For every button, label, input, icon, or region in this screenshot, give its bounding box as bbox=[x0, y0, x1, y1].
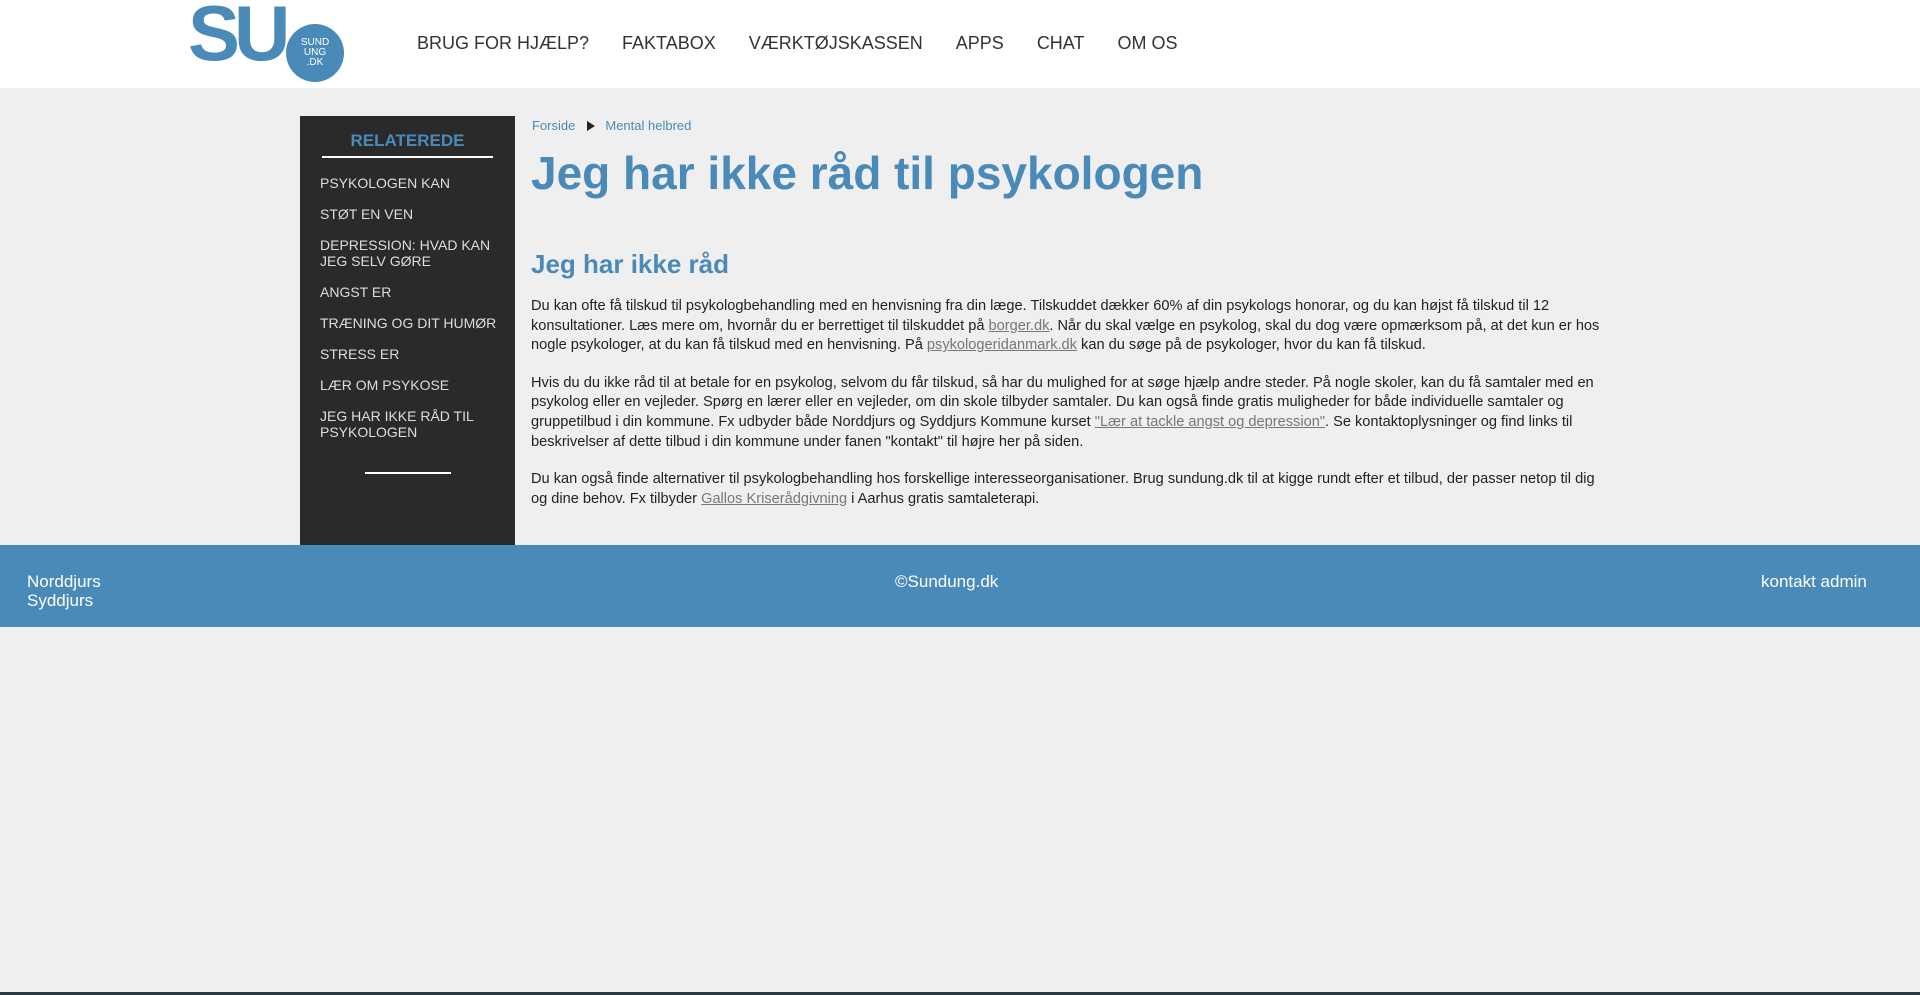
sidebar-item-depression[interactable]: DEPRESSION: HVAD KAN JEG SELV GØRE bbox=[320, 237, 500, 269]
breadcrumb-home[interactable]: Forside bbox=[532, 118, 575, 133]
psykologeridanmark-link[interactable]: psykologeridanmark.dk bbox=[927, 337, 1077, 353]
paragraph-text: Du kan også finde alternativer til psyko… bbox=[531, 471, 1595, 507]
borger-dk-link[interactable]: borger.dk bbox=[989, 318, 1050, 334]
article-content: Du kan ofte få tilskud til psykologbehan… bbox=[531, 297, 1611, 527]
sidebar-heading: RELATEREDE bbox=[350, 131, 465, 150]
paragraph: Du kan ofte få tilskud til psykologbehan… bbox=[531, 297, 1611, 356]
sidebar-item-stoet-en-ven[interactable]: STØT EN VEN bbox=[320, 206, 500, 222]
main-nav: BRUG FOR HJÆLP? FAKTABOX VÆRKTØJSKASSEN … bbox=[417, 32, 1211, 54]
sidebar-item-psykose[interactable]: LÆR OM PSYKOSE bbox=[320, 377, 500, 393]
sidebar-item-traening[interactable]: TRÆNING OG DIT HUMØR bbox=[320, 315, 500, 331]
nav-item-apps[interactable]: APPS bbox=[956, 32, 1004, 54]
sidebar-list: PSYKOLOGEN KAN STØT EN VEN DEPRESSION: H… bbox=[320, 175, 500, 455]
paragraph: Hvis du du ikke råd til at betale for en… bbox=[531, 374, 1611, 452]
gallos-link[interactable]: Gallos Kriserådgivning bbox=[701, 491, 847, 507]
breadcrumb-arrow-icon bbox=[587, 120, 596, 131]
paragraph-text: kan du søge på de psykologer, hvor du ka… bbox=[1076, 337, 1426, 354]
breadcrumb-current[interactable]: Mental helbred bbox=[605, 118, 691, 133]
angst-depression-course-link[interactable]: "Lær at tackle angst og depression" bbox=[1095, 414, 1325, 430]
paragraph: Du kan også finde alternativer til psyko… bbox=[531, 470, 1611, 509]
sidebar-item-angst-er[interactable]: ANGST ER bbox=[320, 284, 500, 300]
site-footer: Norddjurs Syddjurs ©Sundung.dk kontakt a… bbox=[0, 545, 1920, 627]
contact-admin-link[interactable]: kontakt admin bbox=[1761, 572, 1867, 592]
related-sidebar: RELATEREDE PSYKOLOGEN KAN STØT EN VEN DE… bbox=[300, 116, 515, 545]
nav-item-chat[interactable]: CHAT bbox=[1037, 32, 1085, 54]
nav-item-brug-for-hjaelp[interactable]: BRUG FOR HJÆLP? bbox=[417, 32, 589, 54]
sidebar-divider bbox=[322, 156, 493, 158]
footer-syddjurs: Syddjurs bbox=[27, 591, 94, 610]
nav-item-faktabox[interactable]: FAKTABOX bbox=[622, 32, 716, 54]
page-title: Jeg har ikke råd til psykologen bbox=[531, 147, 1204, 199]
sidebar-bottom-divider bbox=[365, 472, 451, 474]
footer-copyright: ©Sundung.dk bbox=[895, 572, 999, 591]
sundung-logo[interactable]: SU SUND UNG .DK bbox=[188, 0, 348, 82]
breadcrumb: Forside Mental helbred bbox=[532, 118, 691, 133]
site-header: SU SUND UNG .DK BRUG FOR HJÆLP? FAKTABOX… bbox=[0, 0, 1920, 88]
logo-letters: SU bbox=[188, 0, 290, 77]
logo-bubble-line: .DK bbox=[306, 57, 324, 68]
sidebar-item-stress-er[interactable]: STRESS ER bbox=[320, 346, 500, 362]
footer-norddjurs: Norddjurs bbox=[27, 572, 101, 591]
logo-bubble: SUND UNG .DK bbox=[286, 24, 344, 82]
nav-item-om-os[interactable]: OM OS bbox=[1117, 32, 1177, 54]
sidebar-item-psykologen-kan[interactable]: PSYKOLOGEN KAN bbox=[320, 175, 500, 191]
section-title: Jeg har ikke råd bbox=[531, 249, 729, 279]
sidebar-item-raad-til-psykologen[interactable]: JEG HAR IKKE RÅD TIL PSYKOLOGEN bbox=[320, 408, 500, 440]
paragraph-text: i Aarhus gratis samtaleterapi. bbox=[847, 490, 1040, 507]
nav-item-vaerktoejskassen[interactable]: VÆRKTØJSKASSEN bbox=[749, 32, 923, 54]
footer-municipalities: Norddjurs Syddjurs bbox=[27, 572, 101, 610]
